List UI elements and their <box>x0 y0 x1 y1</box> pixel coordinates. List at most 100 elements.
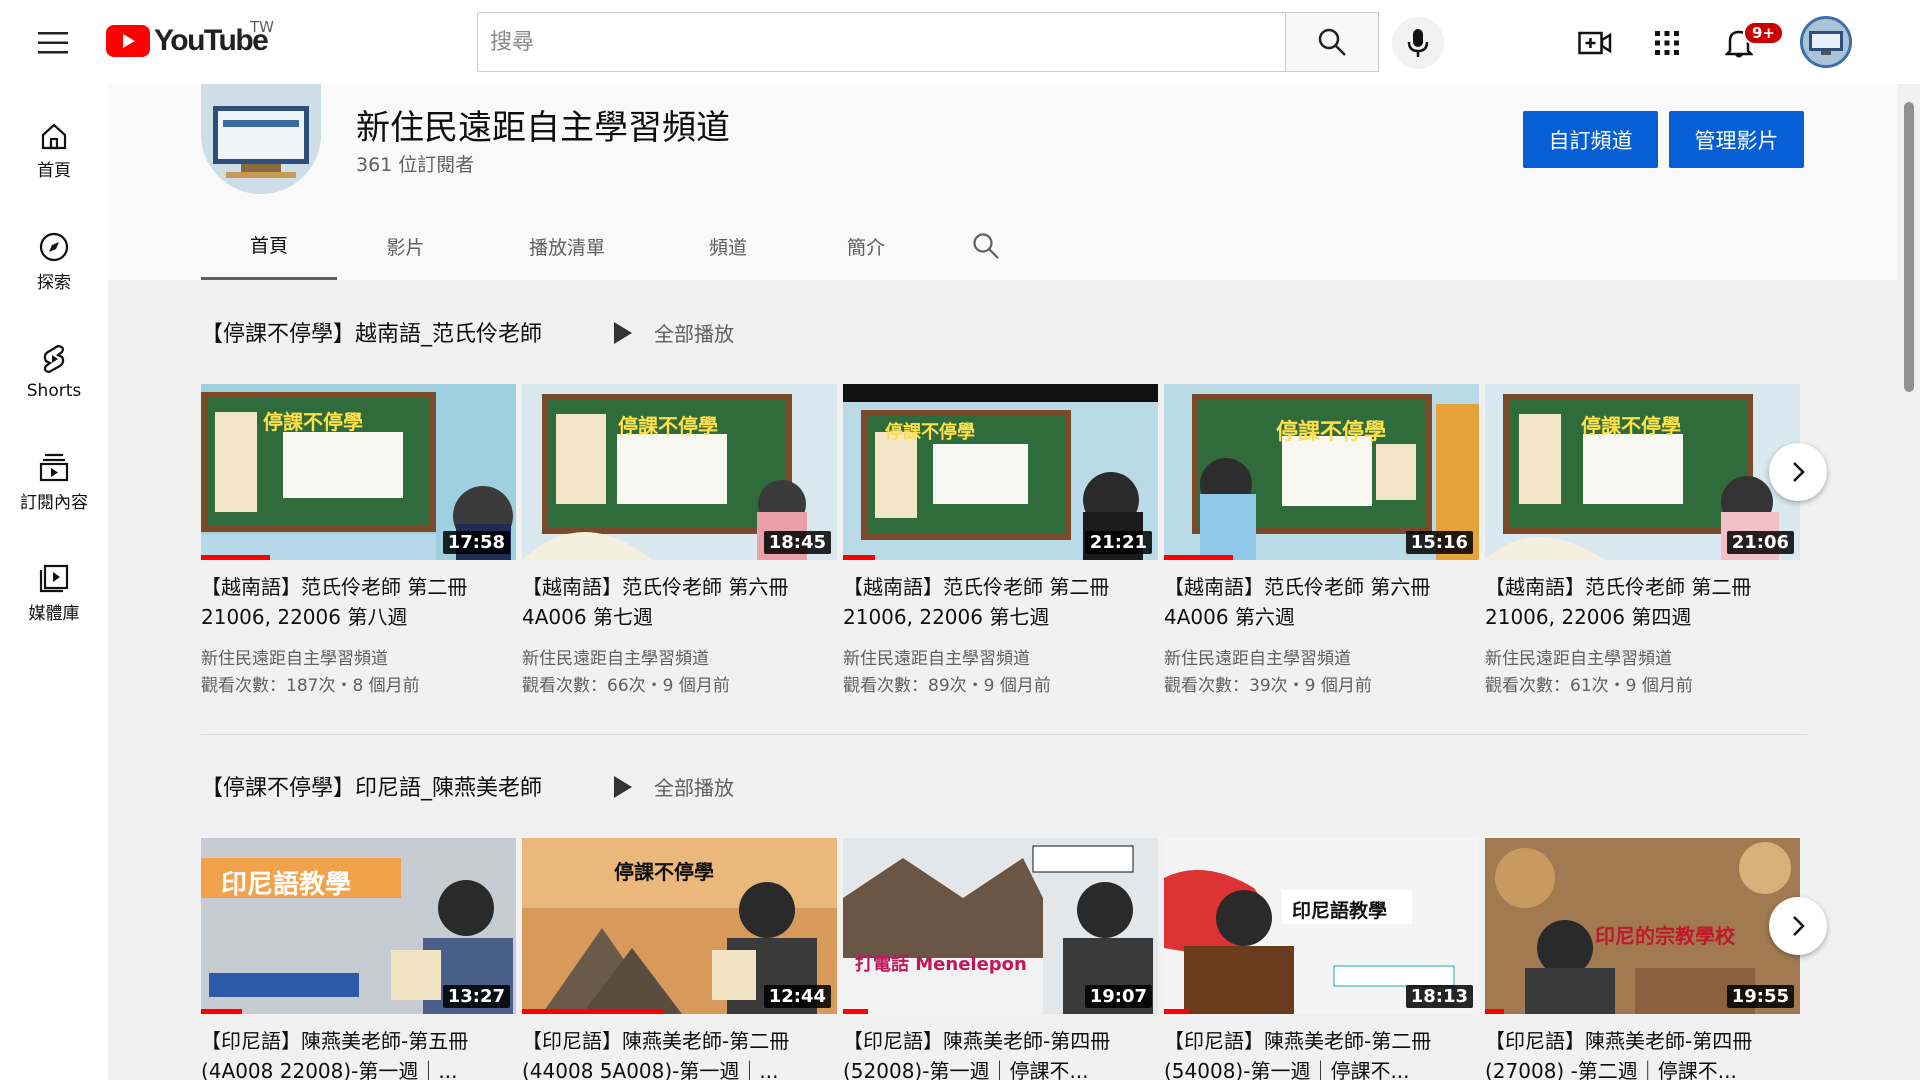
watch-progress-bar <box>843 1009 869 1014</box>
notification-badge: 9+ <box>1743 21 1785 45</box>
subscriber-count: 361 位訂閱者 <box>356 154 475 176</box>
tab-videos[interactable]: 影片 <box>337 212 474 280</box>
sidebar-item-label: 探索 <box>37 272 71 293</box>
watch-progress-bar <box>1164 555 1234 560</box>
video-duration: 18:13 <box>1405 985 1473 1008</box>
watch-progress-bar <box>843 555 875 560</box>
thumbnail-text: 停課不停學 <box>885 422 975 443</box>
video-title[interactable]: 【越南語】范氏伶老師 第六冊 4A006 第六週 <box>1164 572 1479 632</box>
page-scrollbar-thumb[interactable] <box>1904 102 1914 392</box>
tab-search[interactable] <box>936 212 1036 280</box>
avatar-image <box>1803 19 1849 65</box>
thumbnail-text: 印尼語教學 <box>1292 900 1388 922</box>
shelf-divider <box>201 734 1807 735</box>
account-avatar[interactable] <box>1800 16 1852 68</box>
video-thumbnail[interactable]: 停課不停學 21:06 <box>1485 384 1800 560</box>
video-title[interactable]: 【印尼語】陳燕美老師-第四冊(27008) -第二週｜停課不... <box>1485 1026 1800 1080</box>
video-thumbnail[interactable]: 印尼語教學 13:27 <box>201 838 516 1014</box>
thumbnail-text: 印尼的宗教學校 <box>1595 924 1735 948</box>
manage-videos-button[interactable]: 管理影片 <box>1669 111 1804 168</box>
video-channel-name[interactable]: 新住民遠距自主學習頻道 <box>522 644 709 669</box>
library-icon <box>39 564 69 592</box>
sidebar-item-shorts[interactable]: Shorts <box>0 327 108 417</box>
hamburger-menu-button[interactable] <box>32 22 74 64</box>
video-channel-name[interactable]: 新住民遠距自主學習頻道 <box>201 644 388 669</box>
hamburger-icon <box>38 32 68 54</box>
video-duration: 15:16 <box>1405 531 1473 554</box>
voice-search-button[interactable] <box>1392 17 1444 69</box>
youtube-logo[interactable]: YouTube <box>106 24 269 58</box>
video-thumbnail[interactable]: 停課不停學 17:58 <box>201 384 516 560</box>
video-duration: 17:58 <box>442 531 510 554</box>
video-channel-name[interactable]: 新住民遠距自主學習頻道 <box>843 644 1030 669</box>
video-channel-name[interactable]: 新住民遠距自主學習頻道 <box>1164 644 1351 669</box>
sidebar-item-label: 首頁 <box>37 160 71 181</box>
apps-grid-icon <box>1655 31 1679 55</box>
search-input[interactable] <box>477 12 1285 72</box>
video-thumbnail[interactable]: 停課不停學 12:44 <box>522 838 837 1014</box>
thumbnail-text: 停課不停學 <box>263 410 363 434</box>
video-thumbnail[interactable]: 印尼的宗教學校 19:55 <box>1485 838 1800 1014</box>
video-thumbnail[interactable]: 打電話 Menelepon 19:07 <box>843 838 1158 1014</box>
sidebar-item-label: Shorts <box>26 381 82 401</box>
thumbnail-text: 停課不停學 <box>1276 420 1387 445</box>
video-duration: 21:21 <box>1084 531 1152 554</box>
customize-channel-button[interactable]: 自訂頻道 <box>1523 111 1658 168</box>
shelf-title[interactable]: 【停課不停學】印尼語_陳燕美老師 <box>201 770 542 802</box>
shorts-icon <box>43 344 65 374</box>
sidebar-item-home[interactable]: 首頁 <box>0 106 108 196</box>
region-code: TW <box>250 18 274 36</box>
video-duration: 21:06 <box>1726 531 1794 554</box>
shelf-title[interactable]: 【停課不停學】越南語_范氏伶老師 <box>201 316 542 348</box>
video-duration: 19:55 <box>1726 985 1794 1008</box>
video-title[interactable]: 【越南語】范氏伶老師 第六冊 4A006 第七週 <box>522 572 837 632</box>
video-title[interactable]: 【越南語】范氏伶老師 第二冊 21006, 22006 第八週 <box>201 572 516 632</box>
channel-name: 新住民遠距自主學習頻道 <box>356 108 730 148</box>
search-button[interactable] <box>1285 12 1379 72</box>
video-title[interactable]: 【越南語】范氏伶老師 第二冊 21006, 22006 第七週 <box>843 572 1158 632</box>
video-thumbnail[interactable]: 印尼語教學 18:13 <box>1164 838 1479 1014</box>
sidebar-item-label: 媒體庫 <box>28 603 80 624</box>
video-title[interactable]: 【印尼語】陳燕美老師-第二冊(44008 5A008)-第一週｜... <box>522 1026 837 1080</box>
video-title[interactable]: 【越南語】范氏伶老師 第二冊 21006, 22006 第四週 <box>1485 572 1800 632</box>
create-video-icon <box>1578 31 1612 55</box>
video-title[interactable]: 【印尼語】陳燕美老師-第四冊(52008)-第一週｜停課不... <box>843 1026 1158 1080</box>
tab-channels[interactable]: 頻道 <box>660 212 796 280</box>
play-all-button[interactable]: 全部播放 <box>612 772 734 801</box>
video-duration: 19:07 <box>1084 985 1152 1008</box>
tab-about[interactable]: 簡介 <box>796 212 936 280</box>
sidebar-item-label: 訂閱內容 <box>20 492 88 513</box>
video-thumbnail[interactable]: 停課不停學 15:16 <box>1164 384 1479 560</box>
thumbnail-text: 打電話 Menelepon <box>855 954 1027 975</box>
sidebar-item-explore[interactable]: 探索 <box>0 217 108 307</box>
video-duration: 12:44 <box>763 985 831 1008</box>
play-icon <box>614 321 632 344</box>
thumbnail-text: 停課不停學 <box>614 860 714 884</box>
chevron-right-icon <box>1793 916 1805 936</box>
channel-avatar[interactable] <box>201 84 321 194</box>
create-video-button[interactable] <box>1574 22 1616 64</box>
thumbnail-text: 停課不停學 <box>618 414 718 438</box>
tab-playlists[interactable]: 播放清單 <box>474 212 660 280</box>
sidebar-item-library[interactable]: 媒體庫 <box>0 548 108 638</box>
video-title[interactable]: 【印尼語】陳燕美老師-第五冊(4A008 22008)-第一週｜... <box>201 1026 516 1080</box>
video-meta: 觀看次數：39次・9 個月前 <box>1164 676 1372 696</box>
play-all-button[interactable]: 全部播放 <box>612 318 734 347</box>
video-thumbnail[interactable]: 停課不停學 18:45 <box>522 384 837 560</box>
shelf-next-button[interactable] <box>1769 897 1827 955</box>
channel-header: 新住民遠距自主學習頻道 361 位訂閱者 自訂頻道 管理影片 首頁 影片 播放清… <box>108 84 1898 280</box>
video-duration: 18:45 <box>763 531 831 554</box>
search-icon <box>973 233 999 259</box>
sidebar-item-subscriptions[interactable]: 訂閱內容 <box>0 437 108 527</box>
channel-avatar-image <box>201 84 321 194</box>
video-meta: 觀看次數：61次・9 個月前 <box>1485 676 1693 696</box>
video-channel-name[interactable]: 新住民遠距自主學習頻道 <box>1485 644 1672 669</box>
tab-home[interactable]: 首頁 <box>201 212 337 280</box>
watch-progress-bar <box>201 555 271 560</box>
thumbnail-text: 停課不停學 <box>1581 414 1681 438</box>
video-meta: 觀看次數：187次・8 個月前 <box>201 676 420 696</box>
shelf-next-button[interactable] <box>1769 443 1827 501</box>
video-thumbnail[interactable]: 停課不停學 21:21 <box>843 384 1158 560</box>
video-title[interactable]: 【印尼語】陳燕美老師-第二冊(54008)-第一週｜停課不... <box>1164 1026 1479 1080</box>
apps-button[interactable] <box>1646 22 1688 64</box>
